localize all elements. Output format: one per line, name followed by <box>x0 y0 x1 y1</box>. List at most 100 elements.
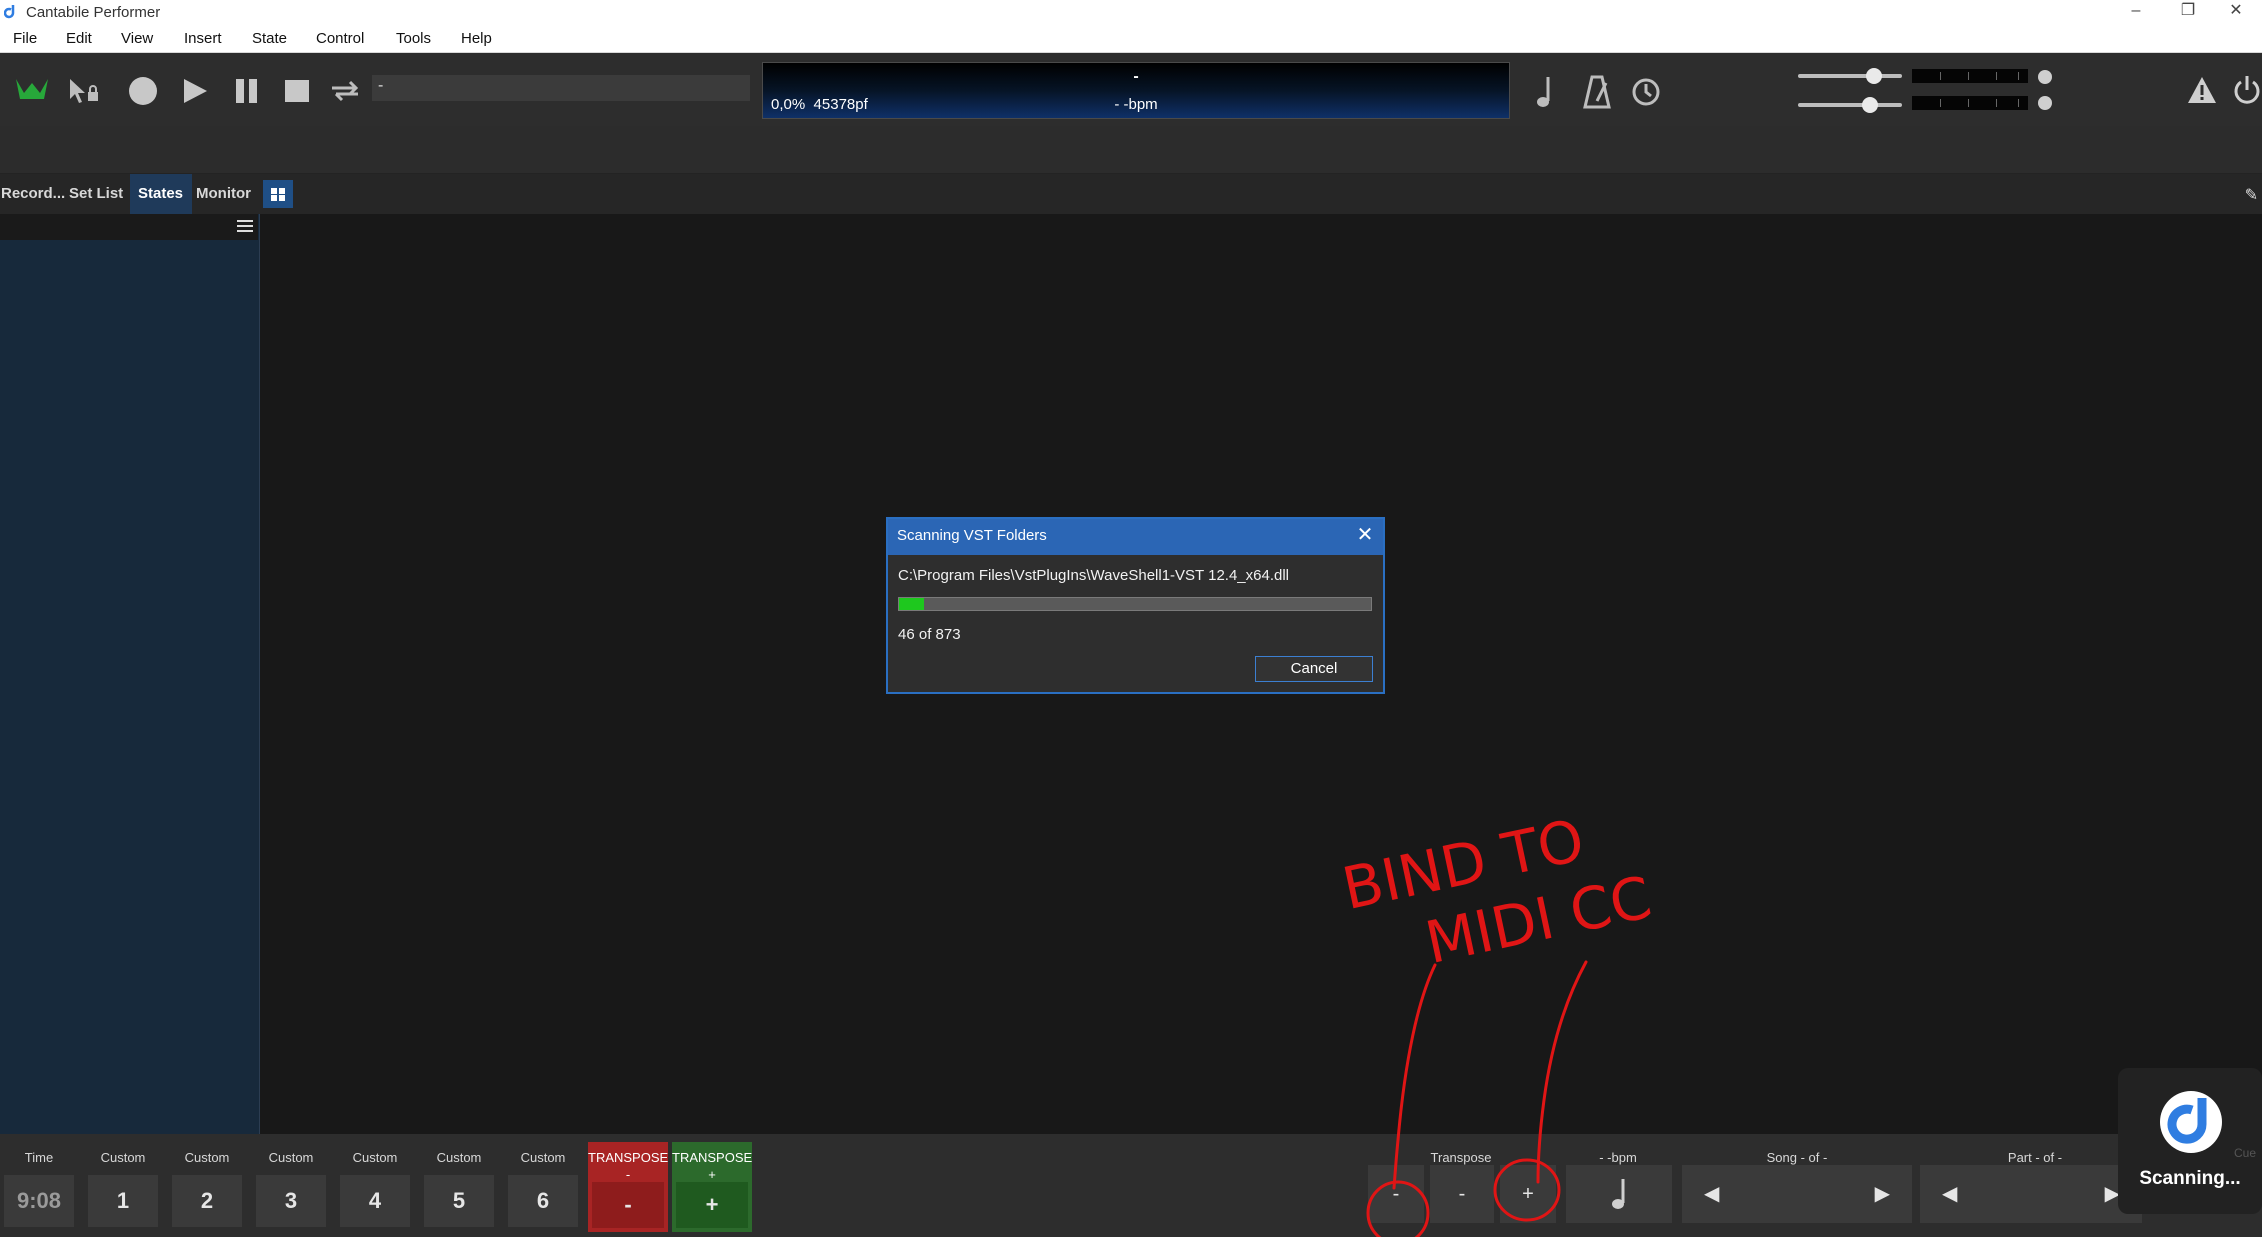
part-navigation: ◀ ▶ <box>1920 1165 2142 1223</box>
bindings-bar: Time 9:08 Custom 1 Custom 2 Custom 3 Cus… <box>0 1134 2262 1237</box>
transpose-down-label: TRANSPOSE <box>588 1150 669 1165</box>
menu-view[interactable]: View <box>121 30 153 47</box>
custom-value: 3 <box>256 1175 326 1227</box>
loop-icon[interactable] <box>328 78 364 104</box>
panel-tab-bar: Record... Set List States Monitor ✎ <box>0 174 2262 214</box>
menu-tools[interactable]: Tools <box>396 30 431 47</box>
transpose-up-sub: + <box>708 1167 716 1182</box>
scanning-text: Scanning... <box>2139 1168 2241 1189</box>
window-title: Cantabile Performer <box>26 4 161 21</box>
previous-part-button[interactable]: ◀ <box>1942 1183 1957 1205</box>
scanning-notification: Cue Scanning... <box>2118 1068 2262 1214</box>
play-icon[interactable] <box>181 78 209 104</box>
menu-edit[interactable]: Edit <box>66 30 92 47</box>
menu-insert[interactable]: Insert <box>184 30 222 47</box>
pin-icon[interactable]: ✎ <box>2245 185 2258 205</box>
transpose-up-label: TRANSPOSE <box>672 1150 753 1165</box>
menu-state[interactable]: State <box>252 30 287 47</box>
output-level-meter <box>1912 96 2028 110</box>
lcd-display: 0,0% 45378pf - - -bpm <box>762 62 1510 119</box>
restore-button[interactable]: ❐ <box>2162 0 2214 25</box>
transpose-up-button[interactable]: TRANSPOSE + + <box>672 1142 752 1232</box>
dialog-title: Scanning VST Folders <box>888 519 1383 555</box>
select-lock-icon[interactable] <box>68 77 102 105</box>
secondary-toolbar <box>0 126 2262 174</box>
custom-value: 2 <box>172 1175 242 1227</box>
part-label: Part - of - <box>2007 1150 2063 1165</box>
transpose-up-value: + <box>676 1182 748 1228</box>
menu-help[interactable]: Help <box>461 30 492 47</box>
scan-progress-fill <box>899 598 924 610</box>
scan-vst-dialog: Scanning VST Folders ✕ C:\Program Files\… <box>886 517 1385 694</box>
scan-progress-bar <box>898 597 1372 611</box>
menu-bar: File Edit View Insert State Control Tool… <box>0 25 2262 53</box>
input-level-meter <box>1912 69 2028 83</box>
transport-toolbar: - 0,0% 45378pf - - -bpm <box>0 53 2262 126</box>
app-window: { "window": { "title": "Cantabile Perfor… <box>0 0 2262 1237</box>
menu-file[interactable]: File <box>13 30 37 47</box>
custom-label: Custom <box>184 1150 230 1165</box>
note-icon[interactable] <box>1534 75 1554 109</box>
time-label: Time <box>24 1150 54 1165</box>
side-panel-header <box>0 214 258 240</box>
power-icon[interactable] <box>2232 73 2262 107</box>
metronome-icon[interactable] <box>1582 75 1612 109</box>
time-cell: Time 9:08 <box>0 1142 78 1232</box>
record-icon[interactable] <box>128 76 158 106</box>
input-gain-slider-track[interactable] <box>1798 74 1902 78</box>
custom-button-1[interactable]: Custom 1 <box>84 1142 162 1232</box>
tab-set-list[interactable]: Set List <box>66 174 128 214</box>
transpose-down-sub: - <box>625 1167 631 1182</box>
custom-value: 5 <box>424 1175 494 1227</box>
lcd-top-value: - <box>1133 68 1139 85</box>
clock-icon[interactable] <box>1630 74 1662 108</box>
custom-button-3[interactable]: Custom 3 <box>252 1142 330 1232</box>
menu-control[interactable]: Control <box>316 30 364 47</box>
grid-view-icon[interactable] <box>263 180 293 208</box>
custom-label: Custom <box>100 1150 146 1165</box>
custom-value: 4 <box>340 1175 410 1227</box>
transpose-down-value: - <box>592 1182 664 1228</box>
song-selector-field[interactable]: - <box>372 75 750 101</box>
custom-button-4[interactable]: Custom 4 <box>336 1142 414 1232</box>
custom-button-5[interactable]: Custom 5 <box>420 1142 498 1232</box>
stop-icon[interactable] <box>284 79 310 103</box>
custom-label: Custom <box>520 1150 566 1165</box>
scan-count: 46 of 873 <box>898 626 961 643</box>
tab-recordings[interactable]: Record... <box>0 174 65 214</box>
hamburger-menu-icon[interactable] <box>237 220 253 232</box>
custom-button-6[interactable]: Custom 6 <box>504 1142 582 1232</box>
pause-icon[interactable] <box>234 78 260 104</box>
handwritten-annotation: BIND TOMIDI CC <box>1337 795 1658 1237</box>
output-gain-slider-track[interactable] <box>1798 103 1902 107</box>
title-bar: Cantabile Performer – ❐ ✕ <box>0 0 2262 25</box>
side-panel <box>0 214 260 1134</box>
tab-monitor[interactable]: Monitor <box>196 174 260 214</box>
scanning-file-path: C:\Program Files\VstPlugIns\WaveShell1-V… <box>898 567 1290 584</box>
output-gain-slider-knob[interactable] <box>1862 97 1878 113</box>
time-value: 9:08 <box>4 1175 74 1227</box>
custom-label: Custom <box>352 1150 398 1165</box>
input-gain-slider-knob[interactable] <box>1866 68 1882 84</box>
obscured-cue-label: Cue <box>2233 1146 2256 1160</box>
input-clip-indicator[interactable] <box>2038 70 2052 84</box>
cantabile-logo-icon[interactable] <box>14 75 50 103</box>
custom-value: 1 <box>88 1175 158 1227</box>
tab-states[interactable]: States <box>130 174 192 214</box>
annotation-text: BIND TOMIDI CC <box>1337 795 1658 992</box>
output-clip-indicator[interactable] <box>2038 96 2052 110</box>
dialog-close-icon[interactable]: ✕ <box>1355 525 1375 546</box>
custom-value: 6 <box>508 1175 578 1227</box>
custom-button-2[interactable]: Custom 2 <box>168 1142 246 1232</box>
custom-label: Custom <box>268 1150 314 1165</box>
minimize-button[interactable]: – <box>2110 0 2162 25</box>
close-window-button[interactable]: ✕ <box>2210 0 2262 25</box>
next-song-button[interactable]: ▶ <box>1875 1165 1890 1223</box>
custom-label: Custom <box>436 1150 482 1165</box>
cantabile-logo-icon <box>2160 1091 2222 1153</box>
cancel-button[interactable]: Cancel <box>1255 656 1373 682</box>
lcd-bpm: - -bpm <box>1114 96 1158 113</box>
transpose-down-button[interactable]: TRANSPOSE - - <box>588 1142 668 1232</box>
warning-icon[interactable] <box>2186 75 2218 105</box>
app-logo-icon <box>4 5 15 19</box>
